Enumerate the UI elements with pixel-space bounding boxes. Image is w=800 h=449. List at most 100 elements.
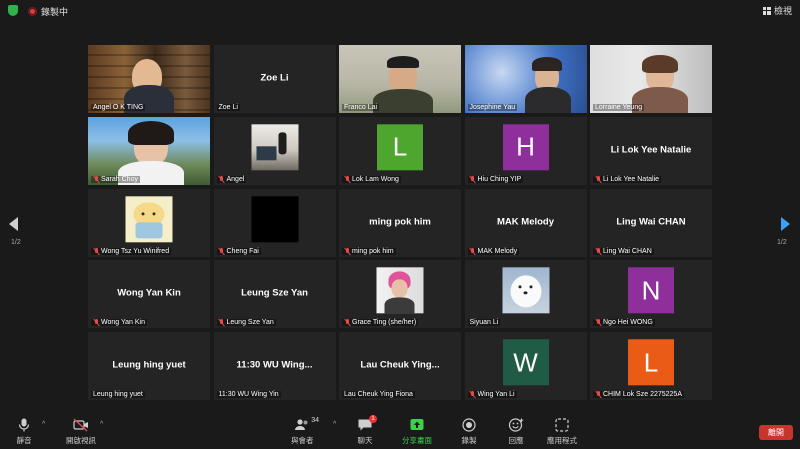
reactions-button[interactable]: 回應 bbox=[508, 418, 524, 446]
recording-label: 錄製中 bbox=[41, 6, 69, 17]
participant-photo bbox=[125, 195, 173, 242]
view-label: 檢視 bbox=[773, 6, 792, 16]
page-indicator-right: 1/2 bbox=[777, 239, 787, 246]
chat-label: 聊天 bbox=[357, 436, 373, 445]
participant-tile[interactable]: Josephine Yau bbox=[464, 45, 587, 113]
muted-mic-icon bbox=[595, 247, 601, 255]
participant-name: Li Lok Yee Natalie bbox=[603, 175, 660, 183]
participant-name: Ngo Hei WONG bbox=[603, 319, 653, 327]
participants-label: 與會者 bbox=[291, 436, 314, 445]
participant-center-name: ming pok him bbox=[369, 215, 431, 227]
participant-center-name: MAK Melody bbox=[497, 215, 554, 227]
participant-tile[interactable]: Leung Sze Yan Leung Sze Yan bbox=[213, 260, 336, 329]
participant-name: Sarah Choy bbox=[101, 175, 138, 183]
participant-avatar: L bbox=[628, 339, 674, 386]
participant-name: ming pok him bbox=[352, 247, 394, 255]
participant-tile[interactable]: L CHIM Lok Sze 2275225A bbox=[590, 332, 712, 400]
participant-tile[interactable]: Sarah Choy bbox=[88, 116, 210, 185]
participant-tile[interactable]: Lau Cheuk Ying... Lau Cheuk Ying Fiona bbox=[339, 332, 461, 400]
participant-tile[interactable]: Wong Yan Kin Wong Yan Kin bbox=[88, 260, 210, 329]
participant-tile[interactable]: Li Lok Yee Natalie Li Lok Yee Natalie bbox=[590, 116, 712, 185]
next-page-arrow-icon[interactable] bbox=[781, 217, 790, 231]
participant-tile[interactable]: Angel bbox=[213, 116, 336, 185]
participant-name: MAK Melody bbox=[477, 247, 518, 255]
audio-options-chevron-icon[interactable]: ^ bbox=[42, 421, 45, 428]
participant-tile[interactable]: Leung hing yuet Leung hing yuet bbox=[88, 332, 210, 400]
participant-name: Grace Ting (she/her) bbox=[352, 319, 417, 327]
muted-mic-icon bbox=[219, 319, 225, 326]
participant-tile[interactable]: W Wing Yan Li bbox=[464, 332, 587, 400]
page-indicator-left: 1/2 bbox=[11, 239, 21, 246]
participant-name: Leung hing yuet bbox=[93, 391, 143, 398]
microphone-icon bbox=[18, 418, 30, 432]
participant-tile[interactable]: Zoe Li Zoe Li bbox=[213, 45, 336, 113]
security-shield-icon[interactable] bbox=[8, 5, 18, 16]
participant-name: Cheng Fai bbox=[226, 247, 259, 255]
muted-mic-icon bbox=[344, 319, 350, 326]
muted-mic-icon bbox=[344, 247, 350, 255]
participant-tile[interactable]: N Ngo Hei WONG bbox=[590, 260, 712, 329]
participant-name: Angel O K TING bbox=[93, 104, 144, 111]
participant-tile[interactable]: 11:30 WU Wing... 11:30 WU Wing Yin bbox=[213, 332, 336, 400]
record-icon bbox=[462, 418, 476, 432]
participant-center-name: Leung Sze Yan bbox=[241, 287, 308, 299]
muted-mic-icon bbox=[219, 247, 225, 255]
recording-icon bbox=[28, 6, 37, 16]
participant-name: Wing Yan Li bbox=[477, 391, 515, 398]
muted-mic-icon bbox=[595, 391, 601, 398]
participant-photo bbox=[251, 195, 298, 242]
view-button[interactable]: 檢視 bbox=[762, 4, 792, 17]
participant-name: Leung Sze Yan bbox=[226, 319, 274, 327]
share-screen-button[interactable]: 分享畫面 bbox=[402, 418, 432, 446]
participant-tile[interactable]: Cheng Fai bbox=[213, 188, 336, 257]
participant-avatar: H bbox=[502, 124, 549, 171]
leave-meeting-button[interactable]: 離開 bbox=[759, 425, 793, 440]
participants-options-chevron-icon[interactable]: ^ bbox=[333, 421, 336, 428]
share-screen-label: 分享畫面 bbox=[402, 436, 432, 445]
record-button[interactable]: 錄製 bbox=[461, 418, 477, 446]
participant-tile[interactable]: MAK Melody MAK Melody bbox=[464, 188, 587, 257]
participant-center-name: 11:30 WU Wing... bbox=[236, 359, 313, 371]
participant-name: Franco Lai bbox=[344, 104, 378, 111]
apps-icon bbox=[555, 418, 569, 432]
participant-tile[interactable]: H Hiu Ching YIP bbox=[464, 116, 587, 185]
mute-button[interactable]: 靜音 bbox=[16, 418, 32, 446]
participant-tile[interactable]: Angel O K TING bbox=[88, 45, 210, 113]
participant-name: Ling Wai CHAN bbox=[603, 247, 652, 255]
muted-mic-icon bbox=[470, 247, 476, 255]
start-video-label: 開啟視訊 bbox=[66, 436, 96, 445]
participant-center-name: Li Lok Yee Natalie bbox=[610, 144, 692, 156]
muted-mic-icon bbox=[470, 175, 476, 183]
active-speaker-tile[interactable]: Franco Lai bbox=[339, 45, 461, 113]
participant-tile[interactable]: Lorraine Yeung bbox=[590, 45, 712, 113]
participant-photo bbox=[251, 124, 298, 171]
video-camera-off-icon bbox=[73, 418, 88, 432]
muted-mic-icon bbox=[93, 319, 99, 326]
muted-mic-icon bbox=[219, 175, 225, 183]
participants-button[interactable]: 34 與會者 bbox=[291, 417, 319, 446]
previous-page-arrow-icon[interactable] bbox=[9, 217, 18, 231]
participant-tile[interactable]: Grace Ting (she/her) bbox=[339, 260, 461, 329]
recording-indicator[interactable]: 錄製中 bbox=[28, 4, 68, 18]
participant-name: CHIM Lok Sze 2275225A bbox=[603, 391, 682, 398]
muted-mic-icon bbox=[470, 391, 476, 398]
participant-tile[interactable]: Wong Tsz Yu Winifred bbox=[88, 188, 210, 257]
start-video-button[interactable]: 開啟視訊 bbox=[66, 418, 96, 446]
apps-button[interactable]: 應用程式 bbox=[547, 418, 577, 446]
participant-center-name: Wong Yan Kin bbox=[117, 287, 181, 299]
participant-tile[interactable]: L Lok Lam Wong bbox=[339, 116, 461, 185]
participant-avatar: N bbox=[628, 267, 674, 314]
video-options-chevron-icon[interactable]: ^ bbox=[100, 421, 103, 428]
participant-center-name: Leung hing yuet bbox=[112, 359, 186, 371]
participant-name: 11:30 WU Wing Yin bbox=[218, 391, 279, 398]
participant-name: Zoe Li bbox=[218, 104, 238, 111]
grid-view-icon bbox=[762, 6, 771, 15]
participant-tile[interactable]: ming pok him ming pok him bbox=[339, 188, 461, 257]
participant-tile[interactable]: Ling Wai CHAN Ling Wai CHAN bbox=[590, 188, 712, 257]
smiley-reaction-icon bbox=[508, 418, 524, 432]
record-label: 錄製 bbox=[461, 436, 477, 445]
participant-gallery: Angel O K TING Zoe Li Zoe Li Franco Lai … bbox=[88, 45, 712, 400]
participant-tile[interactable]: Siyuan Li bbox=[464, 260, 587, 329]
chat-button[interactable]: 1 聊天 bbox=[357, 415, 377, 446]
participant-center-name: Ling Wai CHAN bbox=[616, 215, 686, 227]
